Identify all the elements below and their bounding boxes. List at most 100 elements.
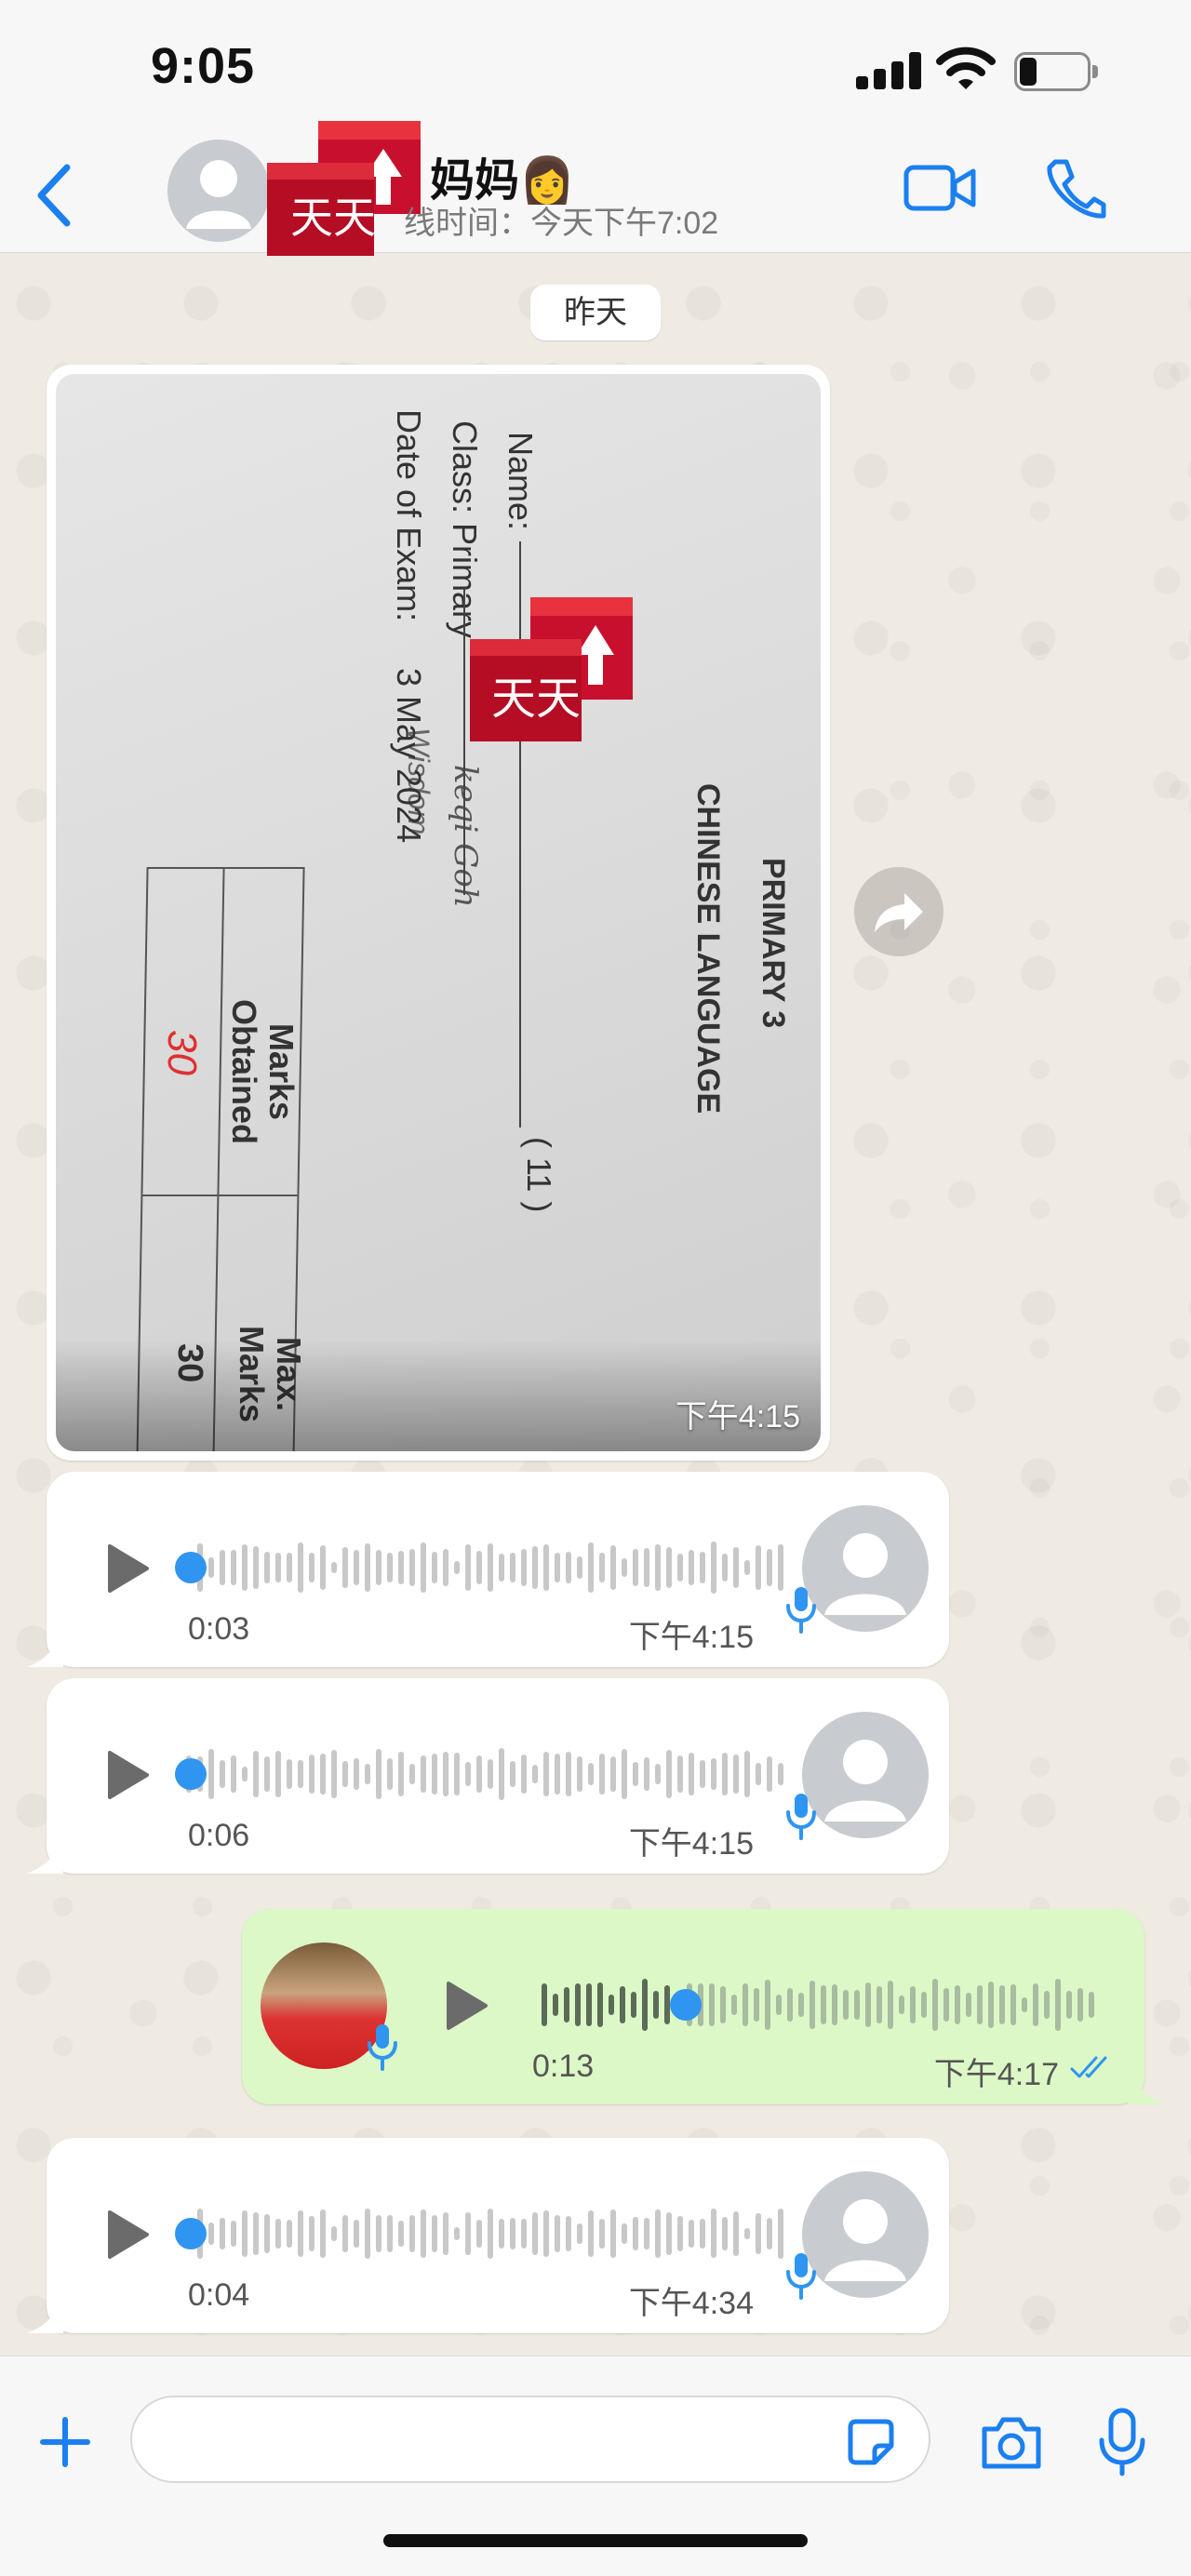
- waveform-bar: [966, 1993, 971, 2017]
- waveform-bar: [566, 1552, 571, 1583]
- back-chevron-icon[interactable]: [28, 158, 80, 233]
- forward-button[interactable]: [854, 867, 943, 956]
- waveform-bar: [642, 1979, 648, 2031]
- exam-paper-photo[interactable]: PRIMARY 3 CHINESE LANGUAGE Name: keqi Go…: [56, 374, 821, 1451]
- waveform-bar: [242, 2209, 248, 2258]
- waveform-bar: [1066, 1991, 1072, 2019]
- playback-position-handle[interactable]: [175, 1552, 207, 1583]
- plus-icon[interactable]: [37, 2414, 93, 2470]
- voice-message[interactable]: 0:03 下午4:15: [26, 1472, 949, 1667]
- waveform-bar: [566, 2216, 571, 2251]
- waveform-bar: [421, 1542, 426, 1593]
- waveform-bar: [977, 1985, 983, 2024]
- waveform-bar: [999, 1984, 1005, 2025]
- waveform-bar: [622, 1748, 627, 1800]
- voice-duration: 0:13: [532, 2049, 595, 2084]
- waveform-bar: [988, 1982, 994, 2028]
- camera-icon[interactable]: [979, 2412, 1044, 2472]
- waveform-bar: [1089, 1991, 1094, 2019]
- waveform-bar: [622, 2222, 627, 2245]
- waveform-bar: [610, 2209, 616, 2259]
- photo-level-text: PRIMARY 3: [756, 858, 791, 1029]
- waveform-bar: [488, 1543, 493, 1592]
- voice-waveform[interactable]: [186, 1742, 796, 1807]
- microphone-icon[interactable]: [1096, 2407, 1148, 2477]
- waveform-bar: [655, 2209, 661, 2258]
- contact-avatar[interactable]: [167, 140, 270, 242]
- waveform-bar: [275, 1552, 281, 1583]
- waveform-bar: [231, 2220, 236, 2248]
- phone-call-icon[interactable]: [1042, 156, 1107, 221]
- waveform-bar: [499, 1748, 504, 1800]
- playback-position-handle[interactable]: [175, 2218, 207, 2249]
- voice-waveform[interactable]: [186, 1535, 796, 1600]
- waveform-bar: [521, 1754, 527, 1795]
- play-icon[interactable]: [104, 1749, 151, 1801]
- sticker-icon[interactable]: [843, 2414, 899, 2470]
- waveform-bar: [253, 2212, 259, 2255]
- waveform-bar: [709, 1982, 715, 2027]
- photo-name-value: keqi Goh: [447, 765, 484, 908]
- waveform-bar: [776, 1995, 782, 2015]
- photo-marks-obtained-label: Marks Obtained: [225, 998, 301, 1144]
- waveform-bar: [253, 1750, 259, 1798]
- waveform-bar: [620, 1985, 625, 2024]
- waveform-bar: [521, 1549, 527, 1586]
- waveform-bar: [398, 1550, 404, 1585]
- play-icon[interactable]: [443, 1980, 489, 2032]
- sticker-text: 天天: [290, 193, 376, 243]
- waveform-bar: [543, 1752, 549, 1796]
- cellular-signal-icon: [856, 52, 921, 89]
- waveform-bar: [577, 1755, 582, 1793]
- play-icon[interactable]: [104, 1542, 151, 1595]
- waveform-bar: [465, 1761, 471, 1787]
- waveform-bar: [555, 1754, 560, 1795]
- waveform-bar: [220, 1550, 225, 1585]
- waveform-bar: [476, 1551, 482, 1584]
- waveform-bar: [778, 1762, 783, 1786]
- waveform-bar: [711, 2209, 716, 2259]
- waveform-bar: [644, 1756, 649, 1792]
- waveform-bar: [733, 1754, 739, 1795]
- voice-note-mic-icon: [368, 2024, 397, 2071]
- waveform-bar: [309, 1552, 314, 1583]
- waveform-bar: [365, 1763, 370, 1785]
- waveform-bar: [432, 2215, 437, 2252]
- image-message[interactable]: PRIMARY 3 CHINESE LANGUAGE Name: keqi Go…: [47, 365, 830, 1461]
- waveform-bar: [287, 1552, 292, 1583]
- waveform-bar: [778, 2209, 783, 2259]
- voice-message[interactable]: 0:06 下午4:15: [26, 1678, 949, 1874]
- waveform-bar: [733, 2210, 739, 2257]
- play-icon[interactable]: [104, 2209, 151, 2261]
- waveform-bar: [553, 1993, 558, 2017]
- photo-date-value: 3 May 2024: [390, 668, 428, 844]
- voice-message[interactable]: 0:04 下午4:34: [26, 2138, 949, 2333]
- waveform-bar: [653, 1990, 659, 2020]
- waveform-bar: [711, 1758, 716, 1790]
- waveform-bar: [208, 2222, 214, 2246]
- waveform-bar: [532, 1545, 538, 1590]
- playback-position-handle[interactable]: [175, 1758, 207, 1790]
- photo-class-number: ( 11 ): [520, 1137, 558, 1213]
- forward-arrow-icon: [875, 893, 923, 932]
- waveform-bar: [231, 1755, 236, 1794]
- voice-waveform[interactable]: [186, 2201, 796, 2266]
- waveform-bar: [409, 1763, 415, 1785]
- waveform-bar: [854, 1989, 860, 2021]
- waveform-bar: [599, 2219, 605, 2249]
- waveform-bar: [733, 1547, 739, 1588]
- waveform-bar: [843, 1990, 849, 2020]
- waveform-bar: [354, 2219, 359, 2249]
- video-call-icon[interactable]: [903, 158, 977, 218]
- waveform-bar: [331, 1750, 337, 1798]
- waveform-bar: [354, 1758, 359, 1790]
- message-input[interactable]: [130, 2396, 930, 2483]
- photo-subject-text: CHINESE LANGUAGE: [690, 783, 726, 1114]
- home-indicator: [383, 2534, 808, 2547]
- voice-waveform[interactable]: [542, 1972, 1100, 2037]
- playback-position-handle[interactable]: [670, 1989, 702, 2021]
- voice-message-outgoing[interactable]: 0:13 下午4:17: [242, 1909, 1165, 2104]
- waveform-bar: [376, 1549, 381, 1586]
- waveform-bar: [465, 1543, 471, 1592]
- waveform-bar: [208, 1748, 214, 1800]
